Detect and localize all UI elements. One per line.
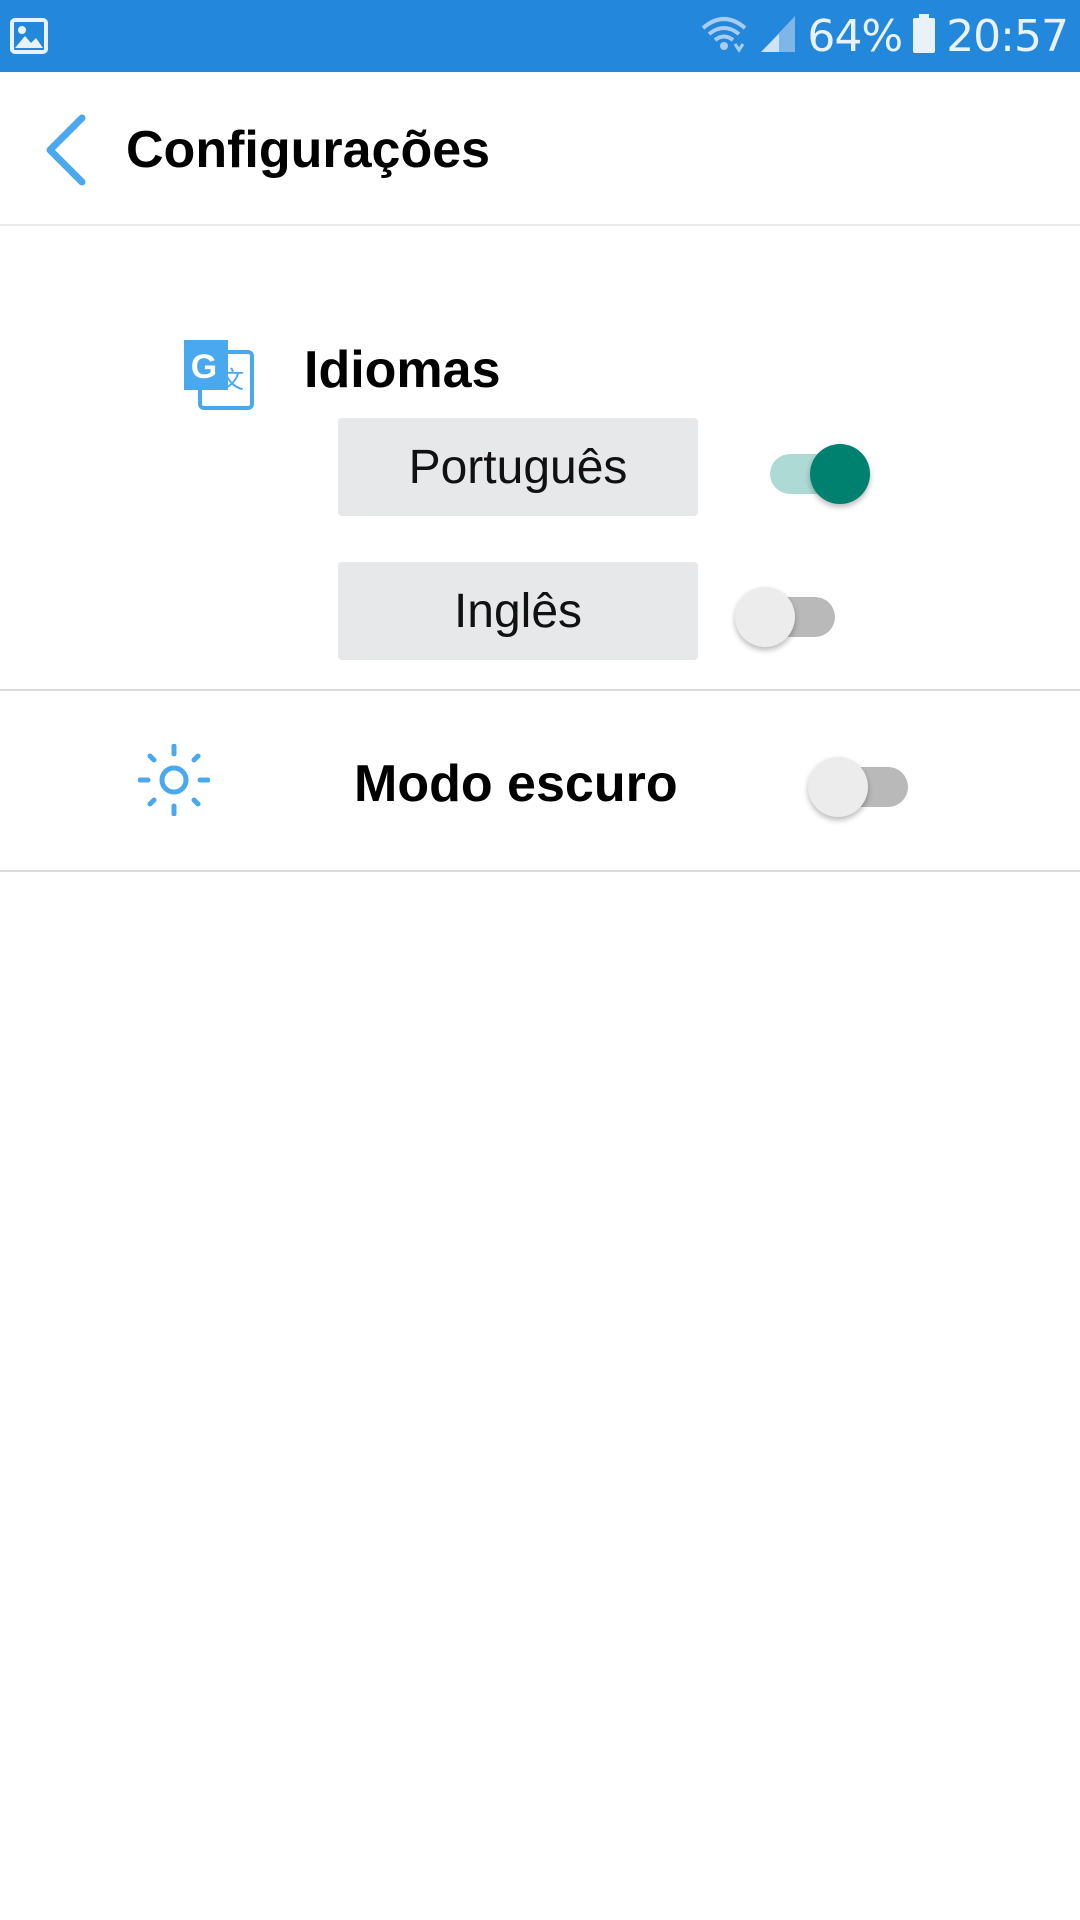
english-toggle[interactable] (735, 578, 845, 647)
dark-mode-toggle[interactable] (808, 748, 918, 817)
wifi-icon (699, 14, 749, 59)
svg-text:文: 文 (220, 366, 244, 394)
toggle-thumb (735, 587, 795, 647)
chevron-left-icon (46, 114, 86, 186)
gallery-icon (10, 18, 48, 59)
toggle-thumb (810, 444, 870, 504)
portuguese-button[interactable]: Português (338, 418, 698, 516)
page-title: Configurações (126, 121, 491, 179)
battery-icon (912, 13, 936, 59)
svg-text:G: G (191, 348, 217, 386)
divider (0, 689, 1080, 691)
english-button[interactable]: Inglês (338, 562, 698, 660)
status-bar: 64% 20:57 (0, 0, 1080, 72)
translate-icon: G 文 (180, 336, 256, 412)
divider (0, 870, 1080, 872)
app-bar: Configurações (0, 72, 1080, 226)
languages-title: Idiomas (304, 341, 501, 399)
status-icons: 64% 20:57 (699, 0, 1069, 72)
sun-icon (137, 743, 211, 817)
dark-mode-label: Modo escuro (354, 755, 678, 813)
back-button[interactable] (40, 110, 100, 190)
clock: 20:57 (946, 10, 1069, 62)
portuguese-toggle[interactable] (760, 435, 870, 504)
toggle-thumb (808, 757, 868, 817)
signal-icon (759, 14, 797, 59)
battery-percent: 64% (807, 10, 903, 62)
